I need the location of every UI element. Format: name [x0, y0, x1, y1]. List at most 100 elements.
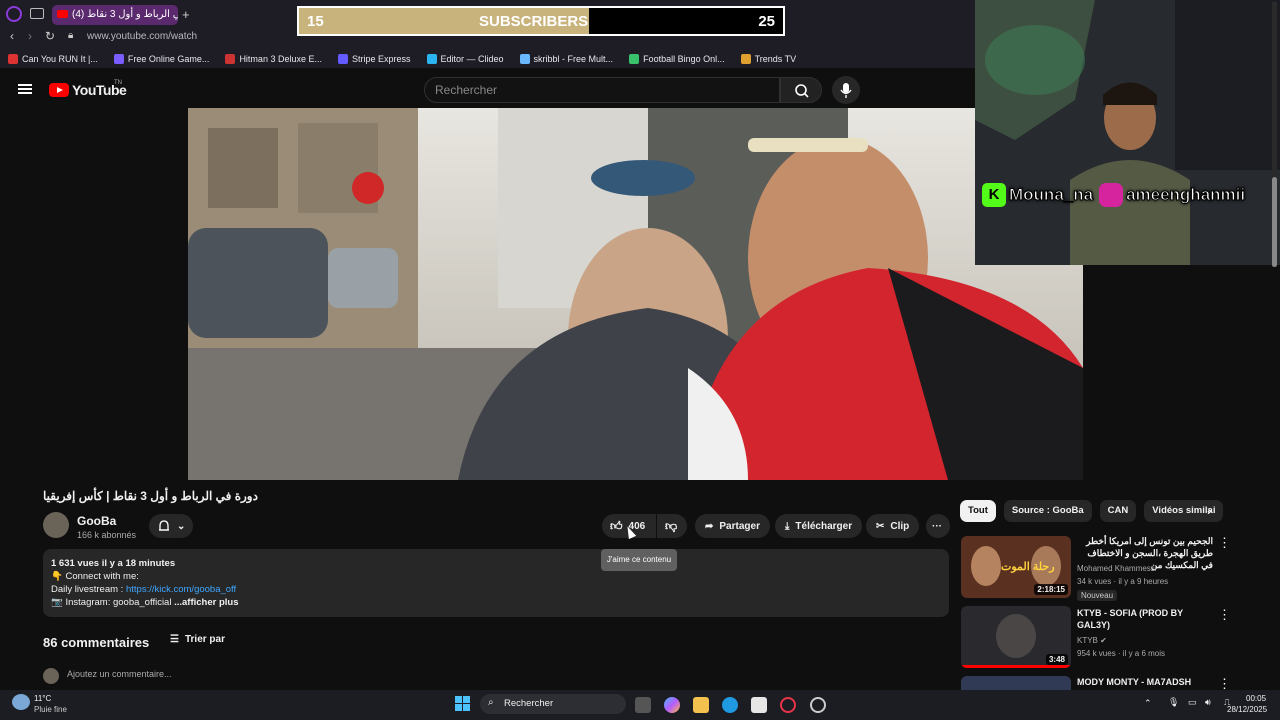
clock-date[interactable]: 28/12/2025: [1227, 705, 1267, 714]
volume-icon[interactable]: 🔊︎: [1205, 697, 1211, 708]
weather-condition: Pluie fine: [34, 705, 67, 714]
video-player[interactable]: [188, 108, 1083, 480]
thumbnail-text: رحلة الموت: [1001, 561, 1055, 573]
recommendation-meta: 954 k vues · il y a 6 mois: [1077, 649, 1166, 658]
recommendation-title[interactable]: MODY MONTY - MA7ADSH: [1077, 676, 1213, 688]
recommendation-thumbnail[interactable]: 3:48: [961, 606, 1071, 668]
address-bar[interactable]: www.youtube.com/watch: [87, 31, 197, 42]
weather-temperature: 11°C: [34, 694, 52, 703]
download-label: Télécharger: [795, 520, 853, 532]
app-icon[interactable]: [810, 697, 826, 713]
filter-chip[interactable]: CAN: [1099, 500, 1137, 522]
opera-gx-icon[interactable]: [780, 697, 796, 713]
webcam-feed: [975, 0, 1280, 265]
filter-chip[interactable]: Source : GooBa: [1003, 500, 1092, 522]
channel-name[interactable]: GooBa: [77, 514, 116, 528]
tab-active[interactable]: (4) دورة في الرباط و أول 3 نقاط: [52, 5, 178, 25]
network-icon[interactable]: ▭: [1188, 697, 1197, 708]
bookmark-item[interactable]: Free Online Game...: [113, 50, 209, 68]
clip-label: Clip: [890, 520, 910, 532]
bookmark-item[interactable]: Hitman 3 Deluxe E...: [225, 50, 322, 68]
share-button[interactable]: ➦ Partager: [695, 514, 770, 538]
recommendation-title[interactable]: KTYB - SOFIA (PROD BY GAL3Y): [1077, 607, 1213, 631]
bookmark-label: skribbl - Free Mult...: [533, 54, 614, 64]
video-duration: 3:48: [1045, 654, 1068, 665]
tab-title: (4) دورة في الرباط و أول 3 نقاط: [72, 9, 178, 20]
new-tab-icon[interactable]: +: [182, 7, 190, 22]
copilot-icon[interactable]: [664, 697, 680, 713]
bookmark-item[interactable]: skribbl - Free Mult...: [519, 50, 614, 68]
bookmark-label: Football Bingo Onl...: [643, 54, 725, 64]
bookmark-label: Editor — Clideo: [440, 54, 504, 64]
filter-chips: Tout Source : GooBa CAN Vidéos similai: [960, 500, 1224, 522]
comment-input[interactable]: Ajoutez un commentaire...: [67, 669, 172, 679]
file-explorer-icon[interactable]: [693, 697, 709, 713]
download-button[interactable]: ⤓ Télécharger: [775, 514, 863, 538]
bookmark-item[interactable]: Football Bingo Onl...: [629, 50, 725, 68]
bookmark-item[interactable]: Can You RUN It |...: [8, 50, 98, 68]
recommendation-thumbnail[interactable]: [961, 676, 1071, 690]
chevron-down-icon: ⌄: [177, 520, 186, 532]
tray-chevron-up-icon[interactable]: ⌃: [1144, 698, 1152, 709]
thumbs-up-icon: 👍︎: [610, 518, 623, 533]
subscriber-current: 15: [307, 13, 324, 30]
channel-avatar[interactable]: [43, 512, 69, 538]
clock-time[interactable]: 00:05: [1246, 694, 1266, 703]
verified-icon: ✔: [1100, 636, 1107, 645]
bookmark-label: Can You RUN It |...: [22, 54, 98, 64]
sort-icon: ☰: [170, 634, 179, 645]
page-scrollbar[interactable]: [1272, 2, 1277, 267]
instagram-name: ameenghanmii: [1126, 185, 1246, 205]
chevron-right-icon[interactable]: ›: [1207, 502, 1212, 518]
bookmark-item[interactable]: Editor — Clideo: [426, 50, 504, 68]
youtube-logo-icon[interactable]: [49, 83, 69, 97]
search-icon: [795, 84, 809, 98]
user-avatar: [43, 668, 59, 684]
comment-count: 86 commentaires: [43, 635, 150, 650]
kick-name: Mouna_na: [1008, 185, 1094, 205]
description-line-livestream: Daily livestream : https://kick.com/goob…: [51, 583, 941, 596]
tab-menu-icon[interactable]: [30, 8, 44, 19]
search-input[interactable]: Rechercher: [424, 77, 780, 103]
scissors-icon: ✂: [876, 520, 885, 532]
recommendation-channel[interactable]: Mohamed Khammessi: [1077, 564, 1157, 573]
filter-chip[interactable]: Tout: [960, 500, 996, 522]
bookmark-item[interactable]: Trends TV: [740, 50, 796, 68]
video-duration: 2:18:15: [1034, 584, 1068, 595]
kick-handle: K Mouna_na: [982, 180, 1094, 210]
bookmark-favicon-icon: [337, 54, 348, 64]
more-actions-button[interactable]: ···: [926, 514, 950, 538]
bookmark-label: Hitman 3 Deluxe E...: [239, 54, 322, 64]
kick-link[interactable]: https://kick.com/gooba_off: [126, 584, 236, 595]
store-icon[interactable]: [751, 697, 767, 713]
download-icon: ⤓: [785, 520, 790, 532]
bookmark-favicon-icon: [519, 54, 530, 64]
bookmark-favicon-icon: [225, 54, 236, 64]
menu-icon[interactable]: [18, 84, 32, 94]
recommendation-thumbnail[interactable]: رحلة الموت 2:18:15: [961, 536, 1071, 598]
bookmark-item[interactable]: Stripe Express: [337, 50, 411, 68]
voice-search-button[interactable]: [832, 76, 860, 104]
task-view-icon[interactable]: [635, 697, 651, 713]
subscribe-bell-button[interactable]: ⌄: [149, 514, 194, 538]
edge-icon[interactable]: [722, 697, 738, 713]
sort-button[interactable]: ☰ Trier par: [170, 634, 225, 645]
recommendation-menu-icon[interactable]: ⋮: [1218, 535, 1231, 551]
weather-icon[interactable]: [12, 694, 30, 710]
taskbar-search[interactable]: ⌕ Rechercher: [480, 694, 626, 714]
show-more-link[interactable]: ...afficher plus: [174, 597, 238, 608]
forward-icon[interactable]: ›: [28, 29, 32, 43]
clip-button[interactable]: ✂ Clip: [866, 514, 920, 538]
description-box[interactable]: 1 631 vues il y a 18 minutes 👇 Connect w…: [43, 549, 949, 617]
opera-logo-icon[interactable]: [6, 6, 22, 22]
instagram-handle: ameenghanmii: [1099, 180, 1246, 210]
microphone-icon: [840, 83, 852, 98]
recommendation-menu-icon[interactable]: ⋮: [1218, 607, 1231, 623]
search-button[interactable]: [780, 77, 822, 103]
reload-icon[interactable]: ↻: [45, 29, 55, 43]
dislike-button[interactable]: 👎︎: [657, 514, 687, 538]
back-icon[interactable]: ‹: [10, 29, 14, 43]
tray-microphone-icon[interactable]: 🎙︎: [1168, 697, 1179, 708]
windows-start-icon[interactable]: [455, 696, 470, 711]
recommendation-channel[interactable]: KTYB ✔: [1077, 636, 1107, 645]
